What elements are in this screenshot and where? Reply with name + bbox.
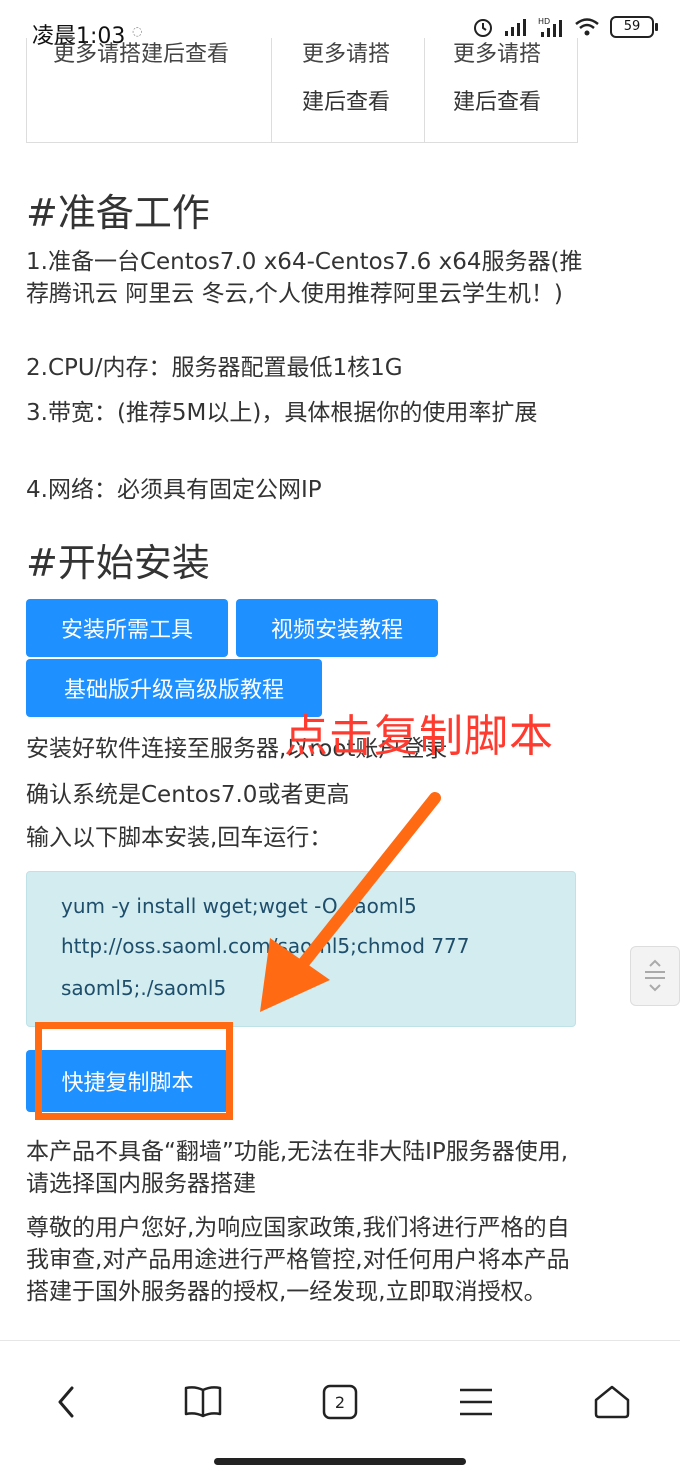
- arrow-annotation-icon: [260, 792, 441, 1012]
- home-icon: [594, 1385, 630, 1419]
- battery-icon: 59: [610, 16, 658, 38]
- bookmarks-button[interactable]: [168, 1367, 238, 1437]
- upgrade-tutorial-button[interactable]: 基础版升级高级版教程: [26, 659, 322, 717]
- code-line: saoml5;./saoml5: [61, 976, 227, 1000]
- table-cell: 更多请搭 建后查看: [272, 38, 425, 142]
- home-button[interactable]: [577, 1367, 647, 1437]
- table-cell-text: 更多请搭建后查看: [53, 42, 230, 67]
- home-indicator[interactable]: [214, 1458, 466, 1465]
- signal-icon: [505, 19, 526, 36]
- annotation-text: 点击复制脚本: [284, 711, 554, 762]
- alarm-icon: [474, 19, 492, 37]
- table-cell: 更多请搭 建后查看: [425, 38, 577, 142]
- wifi-icon: [575, 18, 599, 36]
- prep-item: 4.网络：必须具有固定公网IP: [26, 477, 322, 503]
- table-cell-text: 建后查看: [302, 90, 391, 115]
- notice-text: 尊敬的用户您好,为响应国家政策,我们将进行严格的自我审查,对产品用途进行严格管控…: [26, 1215, 570, 1305]
- table-cell: 更多请搭建后查看: [27, 38, 272, 142]
- back-icon: [58, 1386, 74, 1418]
- table-cell-text: 更多请搭: [302, 42, 391, 67]
- info-table: 更多请搭建后查看 更多请搭 建后查看 更多请搭 建后查看: [26, 38, 578, 143]
- video-tutorial-button[interactable]: 视频安装教程: [236, 599, 438, 657]
- install-tools-button[interactable]: 安装所需工具: [26, 599, 228, 657]
- table-cell-text: 建后查看: [453, 90, 542, 115]
- table-cell-text: 更多请搭: [453, 42, 542, 67]
- prep-item: 3.带宽：(推荐5M以上)，具体根据你的使用率扩展: [26, 400, 538, 426]
- browser-bottom-bar: 2: [0, 1340, 680, 1474]
- menu-button[interactable]: [441, 1367, 511, 1437]
- notification-icon: ◌: [132, 24, 143, 38]
- svg-text:HD: HD: [538, 17, 550, 26]
- signal-hd-icon: HD: [538, 17, 562, 37]
- status-icons: HD 59: [472, 16, 658, 38]
- tabs-button[interactable]: 2: [305, 1367, 375, 1437]
- highlight-box: [35, 1022, 233, 1120]
- prep-item: 2.CPU/内存：服务器配置最低1核1G: [26, 355, 403, 381]
- scroll-handle[interactable]: [630, 946, 680, 1006]
- install-heading: #开始安装: [26, 541, 210, 585]
- drag-handle-icon: [645, 959, 665, 992]
- menu-icon: [460, 1388, 492, 1416]
- notice-text: 本产品不具备“翻墙”功能,无法在非大陆IP服务器使用,请选择国内服务器搭建: [26, 1139, 569, 1197]
- tabs-count: 2: [334, 1392, 346, 1412]
- back-button[interactable]: [32, 1367, 102, 1437]
- prep-heading: #准备工作: [26, 191, 210, 235]
- prep-item: 1.准备一台Centos7.0 x64-Centos7.6 x64服务器(推荐腾…: [26, 249, 583, 307]
- book-icon: [184, 1386, 222, 1418]
